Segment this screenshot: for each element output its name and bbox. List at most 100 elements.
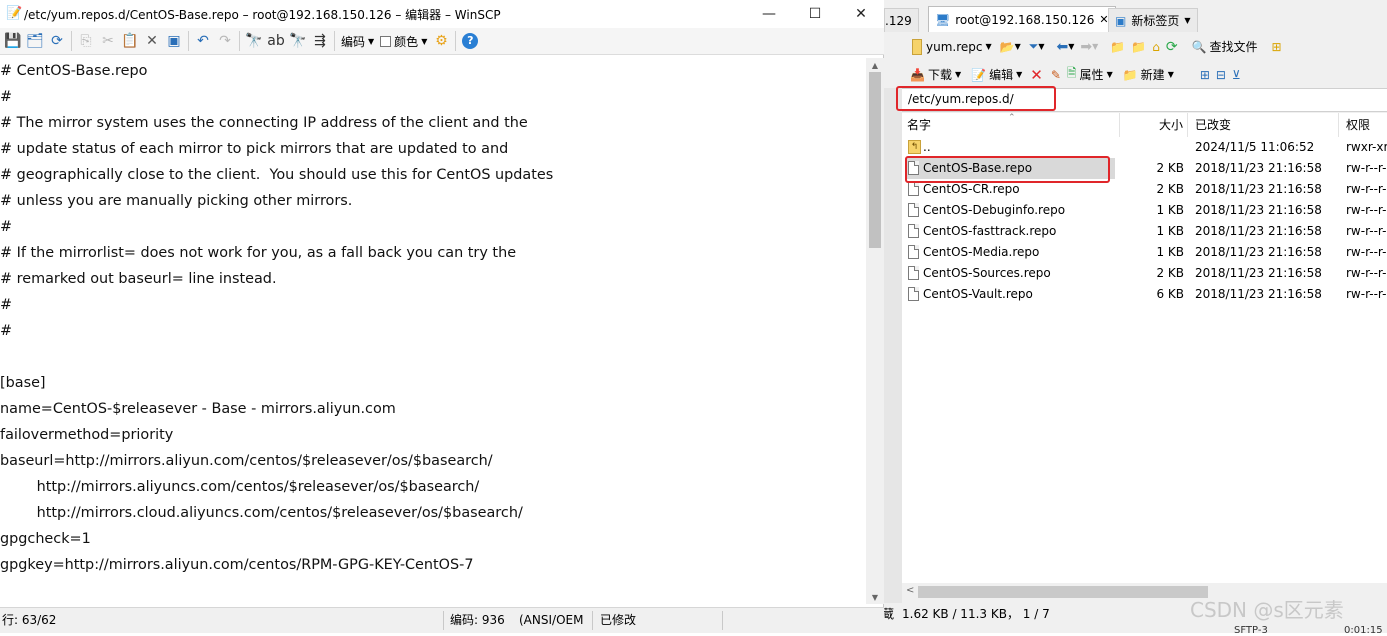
parent-dir-icon[interactable]: 📁 <box>1110 40 1125 54</box>
file-permissions: rw-r--r- <box>1346 203 1387 217</box>
encoding-dropdown[interactable]: 编码 ▼ <box>338 33 377 50</box>
root-dir-icon[interactable]: 📁 <box>1131 40 1146 54</box>
file-row[interactable]: CentOS-Debuginfo.repo 1 KB 2018/11/23 21:1… <box>902 200 1387 221</box>
minimize-button[interactable]: — <box>746 0 792 28</box>
column-header-name[interactable]: 名字 ⌃ <box>902 113 1120 137</box>
save-icon[interactable]: 💾 <box>2 30 24 52</box>
help-icon[interactable]: ? <box>459 30 481 52</box>
file-size: 6 KB <box>1156 287 1184 301</box>
chevron-down-icon[interactable]: ▼ <box>985 42 991 51</box>
replace-icon[interactable]: ab <box>265 30 287 52</box>
chevron-down-icon[interactable]: ▼ <box>1107 70 1113 79</box>
path-highlight-box <box>896 86 1056 111</box>
file-row[interactable]: CentOS-Media.repo 1 KB 2018/11/23 21:16:58… <box>902 242 1387 263</box>
filter-icon[interactable]: ⊻ <box>1232 68 1241 82</box>
properties-button[interactable]: 属性 <box>1080 66 1104 83</box>
tab-new[interactable]: ▣ 新标签页 ▼ <box>1108 8 1198 32</box>
column-header-modified[interactable]: 已改变 <box>1188 113 1339 137</box>
find-files-button[interactable]: 查找文件 <box>1210 38 1258 55</box>
new-icon[interactable]: 📁 <box>1123 68 1138 82</box>
file-permissions: rw-r--r- <box>1346 266 1387 280</box>
file-row[interactable]: CentOS-Vault.repo 6 KB 2018/11/23 21:16:58… <box>902 284 1387 305</box>
file-icon <box>908 224 919 238</box>
tree-icon[interactable]: ⊞ <box>1272 40 1282 54</box>
edit-button[interactable]: 编辑 <box>989 66 1013 83</box>
column-header-permissions[interactable]: 权限 <box>1339 113 1387 137</box>
tab-session-126[interactable]: 🖥 root@192.168.150.126 ✕ <box>928 6 1116 32</box>
find-next-icon[interactable]: 🔭 <box>287 30 309 52</box>
filter-icon[interactable]: ⏷ <box>1029 39 1039 54</box>
rename-icon[interactable]: ✎ <box>1051 68 1061 82</box>
tab-session-129[interactable]: .129 <box>884 8 919 32</box>
file-name: CentOS-fasttrack.repo <box>923 224 1057 238</box>
scroll-up-icon[interactable]: ▲ <box>866 58 884 72</box>
home-icon[interactable]: ⌂ <box>1152 40 1160 54</box>
find-files-icon[interactable]: 🔍 <box>1192 40 1207 54</box>
editor-line: failovermethod=priority <box>0 427 174 443</box>
editor-toolbar: 💾 🗂 ⟳ ⎘ ✂ 📋 ✕ ▣ ↶ ↷ 🔭 ab 🔭 ⇶ 编码 ▼ 颜色 ▼ ⚙ ? <box>0 28 884 55</box>
reload-icon[interactable]: ⟳ <box>46 30 68 52</box>
download-icon[interactable]: 📥 <box>910 68 925 82</box>
file-toolbar: 📥 下载 ▼ 📝 编辑 ▼ ✕ ✎ 🗎 属性 ▼ 📁 新建 ▼ ⊞ ⊟ ⊻ <box>902 61 1387 88</box>
notepad-icon: 📝 <box>6 6 23 21</box>
editor-line: http://mirrors.cloud.aliyuncs.com/centos… <box>0 505 523 521</box>
editor-vertical-scrollbar[interactable]: ▲ ▼ <box>866 58 884 604</box>
chevron-down-icon[interactable]: ▼ <box>1092 42 1098 51</box>
find-icon[interactable]: 🔭 <box>243 30 265 52</box>
forward-icon[interactable]: ➡ <box>1080 39 1092 55</box>
file-permissions: rw-r--r- <box>1346 245 1387 259</box>
location-dropdown[interactable]: yum.repc <box>926 40 982 54</box>
maximize-button[interactable]: ☐ <box>792 0 838 28</box>
chevron-down-icon[interactable]: ▼ <box>1038 42 1044 51</box>
delete-icon[interactable]: ✕ <box>1030 66 1043 84</box>
column-header-size[interactable]: 大小 <box>1120 113 1188 137</box>
file-row[interactable]: CentOS-fasttrack.repo 1 KB 2018/11/23 21:1… <box>902 221 1387 242</box>
collapse-icon[interactable]: ⊟ <box>1216 68 1226 82</box>
selection-summary: 1.62 KB / 11.3 KB， 1 / 7 <box>902 607 1050 621</box>
close-button[interactable]: ✕ <box>838 0 884 28</box>
file-size: 1 KB <box>1156 224 1184 238</box>
back-icon[interactable]: ⬅ <box>1057 39 1069 55</box>
color-checkbox[interactable] <box>380 35 392 47</box>
file-row[interactable]: CentOS-Sources.repo 2 KB 2018/11/23 21:16:… <box>902 263 1387 284</box>
status-divider <box>722 611 723 630</box>
copy-icon[interactable]: ⎘ <box>75 30 97 52</box>
scrollbar-thumb[interactable] <box>869 72 881 248</box>
download-button[interactable]: 下载 <box>928 66 952 83</box>
file-modified: 2018/11/23 21:16:58 <box>1195 266 1322 280</box>
chevron-down-icon[interactable]: ▼ <box>955 70 961 79</box>
editor-line: http://mirrors.aliyuncs.com/centos/$rele… <box>0 479 480 495</box>
preferences-gear-icon[interactable]: ⚙ <box>430 30 452 52</box>
redo-icon[interactable]: ↷ <box>214 30 236 52</box>
select-all-icon[interactable]: ▣ <box>163 30 185 52</box>
save-all-icon[interactable]: 🗂 <box>24 30 46 52</box>
file-name: CentOS-Vault.repo <box>923 287 1033 301</box>
chevron-down-icon[interactable]: ▼ <box>1068 42 1074 51</box>
expand-icon[interactable]: ⊞ <box>1200 68 1210 82</box>
scroll-down-icon[interactable]: ▼ <box>866 590 884 604</box>
paste-icon[interactable]: 📋 <box>119 30 141 52</box>
undo-icon[interactable]: ↶ <box>192 30 214 52</box>
scroll-left-icon[interactable]: < <box>906 585 914 596</box>
new-button[interactable]: 新建 <box>1141 66 1165 83</box>
edit-icon[interactable]: 📝 <box>971 68 986 82</box>
color-dropdown[interactable]: 颜色 ▼ <box>377 33 430 50</box>
goto-line-icon[interactable]: ⇶ <box>309 30 331 52</box>
file-highlight-box <box>905 156 1110 183</box>
encoding-name-status: (ANSI/OEM <box>519 613 584 627</box>
refresh-icon[interactable]: ⟳ <box>1166 39 1178 55</box>
chevron-down-icon[interactable]: ▼ <box>1168 70 1174 79</box>
tab-label: 新标签页 <box>1131 14 1180 28</box>
sort-up-icon: ⌃ <box>1008 113 1016 123</box>
chevron-down-icon[interactable]: ▼ <box>1016 70 1022 79</box>
winscp-main-window: .129 🖥 root@192.168.150.126 ✕ ▣ 新标签页 ▼ y… <box>882 0 1387 636</box>
open-folder-icon[interactable]: 📂 <box>1000 40 1015 54</box>
delete-icon[interactable]: ✕ <box>141 30 163 52</box>
properties-icon[interactable]: 🗎 <box>1067 64 1077 85</box>
editor-text-area[interactable]: # CentOS-Base.repo # # The mirror system u… <box>0 58 866 604</box>
tree-panel-edge[interactable] <box>884 88 902 603</box>
scrollbar-thumb[interactable] <box>918 586 1208 598</box>
chevron-down-icon[interactable]: ▼ <box>1015 42 1021 51</box>
parent-directory-row[interactable]: ↰.. 2024/11/5 11:06:52 rwxr-xr <box>902 137 1387 158</box>
cut-icon[interactable]: ✂ <box>97 30 119 52</box>
